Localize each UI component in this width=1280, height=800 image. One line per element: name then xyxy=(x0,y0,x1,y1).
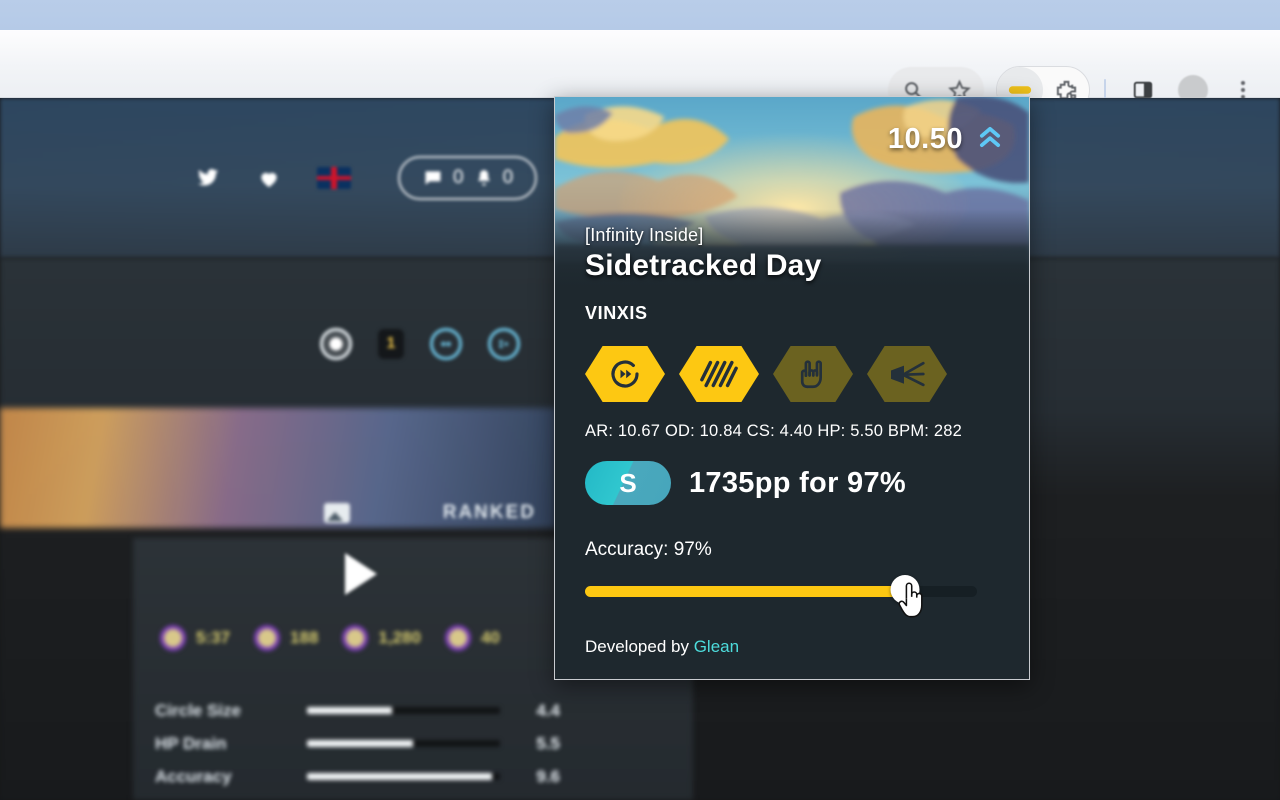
stat-circles-value: 1,280 xyxy=(378,628,421,647)
footer-prefix: Developed by xyxy=(585,637,694,656)
attribute-bar xyxy=(307,740,500,747)
status-badge: RANKED xyxy=(442,502,536,523)
page-hero-nav: 0 0 xyxy=(195,156,538,200)
doubletime-icon[interactable] xyxy=(585,346,665,402)
slider-fill xyxy=(585,586,905,597)
difficulty-stats-line: AR: 10.67 OD: 10.84 CS: 4.40 HP: 5.50 BP… xyxy=(585,422,962,440)
flashlight-icon[interactable] xyxy=(867,346,947,402)
popup-banner: 10.50 [Infinity Inside] Sidetracked Day xyxy=(555,97,1029,287)
game-mode-selector: 1 xyxy=(320,328,520,360)
notification-count: 0 xyxy=(502,167,514,188)
notification-pill: 0 0 xyxy=(398,156,538,200)
beatmap-version: [Infinity Inside] xyxy=(585,225,704,245)
stat-bpm: 188 xyxy=(254,625,318,651)
stat-bpm-value: 188 xyxy=(290,628,319,647)
pp-value-text: 1735pp for 97% xyxy=(689,466,906,499)
bpm-icon xyxy=(254,625,281,651)
accuracy-slider[interactable] xyxy=(585,575,999,604)
notification-indicator[interactable]: 0 xyxy=(474,167,514,189)
pp-row: S 1735pp for 97% xyxy=(585,461,999,505)
stat-length: 5:37 xyxy=(160,625,230,651)
mode-catch-icon[interactable] xyxy=(488,328,520,360)
beatmap-artist: VINXIS xyxy=(585,303,648,323)
attribute-label: Accuracy xyxy=(155,766,232,786)
mods-row xyxy=(585,346,999,402)
circles-icon xyxy=(342,625,369,651)
hidden-icon[interactable] xyxy=(679,346,759,402)
footer-credit: Developed by Glean xyxy=(585,637,999,657)
beatmap-attributes-table: Circle Size 4.4 HP Drain 5.5 Accuracy 9.… xyxy=(155,694,565,793)
attribute-label: HP Drain xyxy=(155,733,227,753)
chat-count: 0 xyxy=(453,167,464,188)
slider-thumb[interactable] xyxy=(890,575,920,604)
popup-body: AR: 10.67 OD: 10.84 CS: 4.40 HP: 5.50 BP… xyxy=(555,346,1029,657)
mode-count-badge: 1 xyxy=(378,329,404,359)
footer-author[interactable]: Glean xyxy=(694,637,739,656)
double-chevron-up-icon xyxy=(973,123,1007,156)
star-rating-value: 10.50 xyxy=(887,123,963,155)
accuracy-label: Accuracy: 97% xyxy=(585,539,712,560)
beatmap-stat-row: 5:37 188 1,280 40 xyxy=(160,625,500,651)
hardrock-icon[interactable] xyxy=(773,346,853,402)
stat-sliders-value: 40 xyxy=(480,628,500,647)
star-rating-badge: 10.50 xyxy=(888,123,1007,156)
twitter-icon[interactable] xyxy=(195,167,221,189)
stat-sliders: 40 xyxy=(444,625,500,651)
attribute-value: 4.4 xyxy=(536,700,560,720)
clock-icon xyxy=(160,625,186,651)
attribute-row: Circle Size 4.4 xyxy=(155,694,565,727)
stat-length-value: 5:37 xyxy=(196,628,231,647)
attribute-bar xyxy=(307,707,500,714)
beatmap-title-block: [Infinity Inside] Sidetracked Day xyxy=(585,225,999,283)
stat-circles: 1,280 xyxy=(342,625,421,651)
sliders-icon xyxy=(444,625,471,651)
rank-badge: S xyxy=(585,461,671,505)
browser-tab-strip xyxy=(0,0,1280,30)
attribute-label: Circle Size xyxy=(155,700,241,720)
extension-popup: 10.50 [Infinity Inside] Sidetracked Day … xyxy=(554,96,1030,680)
country-flag-icon[interactable] xyxy=(317,167,351,189)
mode-osu-icon[interactable] xyxy=(320,328,352,360)
attribute-row: HP Drain 5.5 xyxy=(155,727,565,760)
play-button[interactable] xyxy=(345,553,377,595)
attribute-row: Accuracy 9.6 xyxy=(155,760,565,793)
attribute-value: 9.6 xyxy=(536,766,560,786)
attribute-value: 5.5 xyxy=(536,733,560,753)
heart-icon[interactable] xyxy=(256,167,282,190)
attribute-bar xyxy=(307,773,500,780)
beatmap-status-row: RANKED xyxy=(300,488,560,538)
browser-toolbar xyxy=(0,30,1280,114)
beatmap-title: Sidetracked Day xyxy=(585,249,822,282)
image-icon xyxy=(324,503,350,523)
chat-indicator[interactable]: 0 xyxy=(422,167,464,189)
screen: 0 0 1 RANKED 5:37 188 1,280 40 Circle Si… xyxy=(0,0,1280,800)
mode-taiko-icon[interactable] xyxy=(430,328,462,360)
